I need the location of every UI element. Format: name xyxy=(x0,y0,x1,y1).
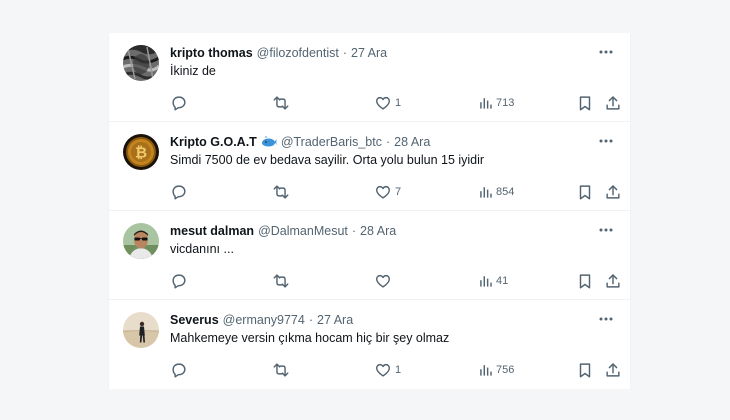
bookmark-button[interactable] xyxy=(576,93,594,113)
retweet-icon xyxy=(273,274,289,288)
reply-icon xyxy=(172,274,186,289)
bookmark-button[interactable] xyxy=(576,360,594,380)
reply-feed: kripto thomas @filozofdentist · 27 Ara İ… xyxy=(108,33,631,389)
reply-button[interactable] xyxy=(170,182,188,202)
tweet-date[interactable]: 28 Ara xyxy=(394,135,430,149)
tweet-actions: 7 854 xyxy=(164,182,624,202)
bar-chart-icon xyxy=(480,276,492,287)
tweet-actions: 41 xyxy=(164,271,624,291)
like-count: 1 xyxy=(395,364,402,376)
tweet[interactable]: mesut dalman @DalmanMesut · 28 Ara vicda… xyxy=(109,211,630,300)
like-count: 1 xyxy=(395,97,402,109)
display-name[interactable]: kripto thomas xyxy=(170,46,253,60)
views-button[interactable]: 41 xyxy=(477,271,508,291)
view-count: 756 xyxy=(496,364,515,376)
bookmark-icon xyxy=(579,363,591,378)
share-button[interactable] xyxy=(604,360,622,380)
more-options-icon[interactable] xyxy=(598,136,614,146)
share-icon xyxy=(606,363,620,377)
views-button[interactable]: 854 xyxy=(477,182,514,202)
bookmark-icon xyxy=(579,274,591,289)
share-icon xyxy=(606,96,620,110)
display-name[interactable]: Severus xyxy=(170,313,219,327)
like-button[interactable]: 1 xyxy=(374,93,401,113)
heart-icon xyxy=(375,96,391,110)
avatar[interactable] xyxy=(123,45,159,81)
retweet-button[interactable] xyxy=(272,182,290,202)
retweet-button[interactable] xyxy=(272,93,290,113)
share-button[interactable] xyxy=(604,93,622,113)
tweet[interactable]: kripto thomas @filozofdentist · 27 Ara İ… xyxy=(109,33,630,122)
tweet-text: Simdi 7500 de ev bedava sayilir. Orta yo… xyxy=(170,153,485,167)
like-count: 7 xyxy=(395,186,402,198)
bookmark-icon xyxy=(579,96,591,111)
tweet-header: kripto thomas @filozofdentist · 27 Ara xyxy=(170,46,387,60)
view-count: 41 xyxy=(496,275,509,287)
tweet-text: Mahkemeye versin çıkma hocam hiç bir şey… xyxy=(170,331,450,345)
tweet-header: Severus @ermany9774 · 27 Ara xyxy=(170,313,353,327)
heart-icon xyxy=(375,274,391,288)
svg-text:₿: ₿ xyxy=(135,144,147,162)
display-name[interactable]: mesut dalman xyxy=(170,224,254,238)
share-icon xyxy=(606,274,620,288)
whale-emoji-icon xyxy=(261,136,277,147)
separator-dot: · xyxy=(351,224,357,238)
retweet-icon xyxy=(273,96,289,110)
user-handle[interactable]: @filozofdentist xyxy=(257,46,339,60)
bookmark-button[interactable] xyxy=(576,182,594,202)
user-handle[interactable]: @TraderBaris_btc xyxy=(281,135,382,149)
tweet-header: Kripto G.O.A.T @TraderBaris_btc · 28 Ara xyxy=(170,135,430,149)
like-button[interactable] xyxy=(374,271,395,291)
avatar[interactable]: ₿ xyxy=(123,134,159,170)
bar-chart-icon xyxy=(480,365,492,376)
like-button[interactable]: 1 xyxy=(374,360,401,380)
tweet-date[interactable]: 28 Ara xyxy=(360,224,396,238)
views-button[interactable]: 713 xyxy=(477,93,514,113)
heart-icon xyxy=(375,363,391,377)
more-options-icon[interactable] xyxy=(598,47,614,57)
user-handle[interactable]: @ermany9774 xyxy=(223,313,305,327)
like-button[interactable]: 7 xyxy=(374,182,401,202)
user-handle[interactable]: @DalmanMesut xyxy=(258,224,348,238)
view-count: 854 xyxy=(496,186,515,198)
retweet-button[interactable] xyxy=(272,360,290,380)
tweet-actions: 1 713 xyxy=(164,93,624,113)
avatar[interactable] xyxy=(123,223,159,259)
tweet[interactable]: Severus @ermany9774 · 27 Ara Mahkemeye v… xyxy=(109,300,630,389)
tweet-date[interactable]: 27 Ara xyxy=(351,46,387,60)
more-options-icon[interactable] xyxy=(598,314,614,324)
share-icon xyxy=(606,185,620,199)
avatar[interactable] xyxy=(123,312,159,348)
bookmark-icon xyxy=(579,185,591,200)
reply-icon xyxy=(172,96,186,111)
bar-chart-icon xyxy=(480,98,492,109)
reply-icon xyxy=(172,185,186,200)
heart-icon xyxy=(375,185,391,199)
retweet-button[interactable] xyxy=(272,271,290,291)
retweet-icon xyxy=(273,185,289,199)
tweet-date[interactable]: 27 Ara xyxy=(317,313,353,327)
tweet[interactable]: ₿ Kripto G.O.A.T @TraderBaris_btc · 28 A… xyxy=(109,122,630,211)
tweet-actions: 1 756 xyxy=(164,360,624,380)
reply-button[interactable] xyxy=(170,93,188,113)
view-count: 713 xyxy=(496,97,515,109)
tweet-text: İkiniz de xyxy=(170,64,216,78)
separator-dot: · xyxy=(308,313,314,327)
more-options-icon[interactable] xyxy=(598,225,614,235)
display-name[interactable]: Kripto G.O.A.T xyxy=(170,135,257,149)
separator-dot: · xyxy=(385,135,391,149)
reply-icon xyxy=(172,363,186,378)
share-button[interactable] xyxy=(604,271,622,291)
tweet-text: vicdanını ... xyxy=(170,242,234,256)
reply-button[interactable] xyxy=(170,360,188,380)
tweet-header: mesut dalman @DalmanMesut · 28 Ara xyxy=(170,224,396,238)
retweet-icon xyxy=(273,363,289,377)
bar-chart-icon xyxy=(480,187,492,198)
reply-button[interactable] xyxy=(170,271,188,291)
separator-dot: · xyxy=(342,46,347,60)
share-button[interactable] xyxy=(604,182,622,202)
views-button[interactable]: 756 xyxy=(477,360,514,380)
bookmark-button[interactable] xyxy=(576,271,594,291)
